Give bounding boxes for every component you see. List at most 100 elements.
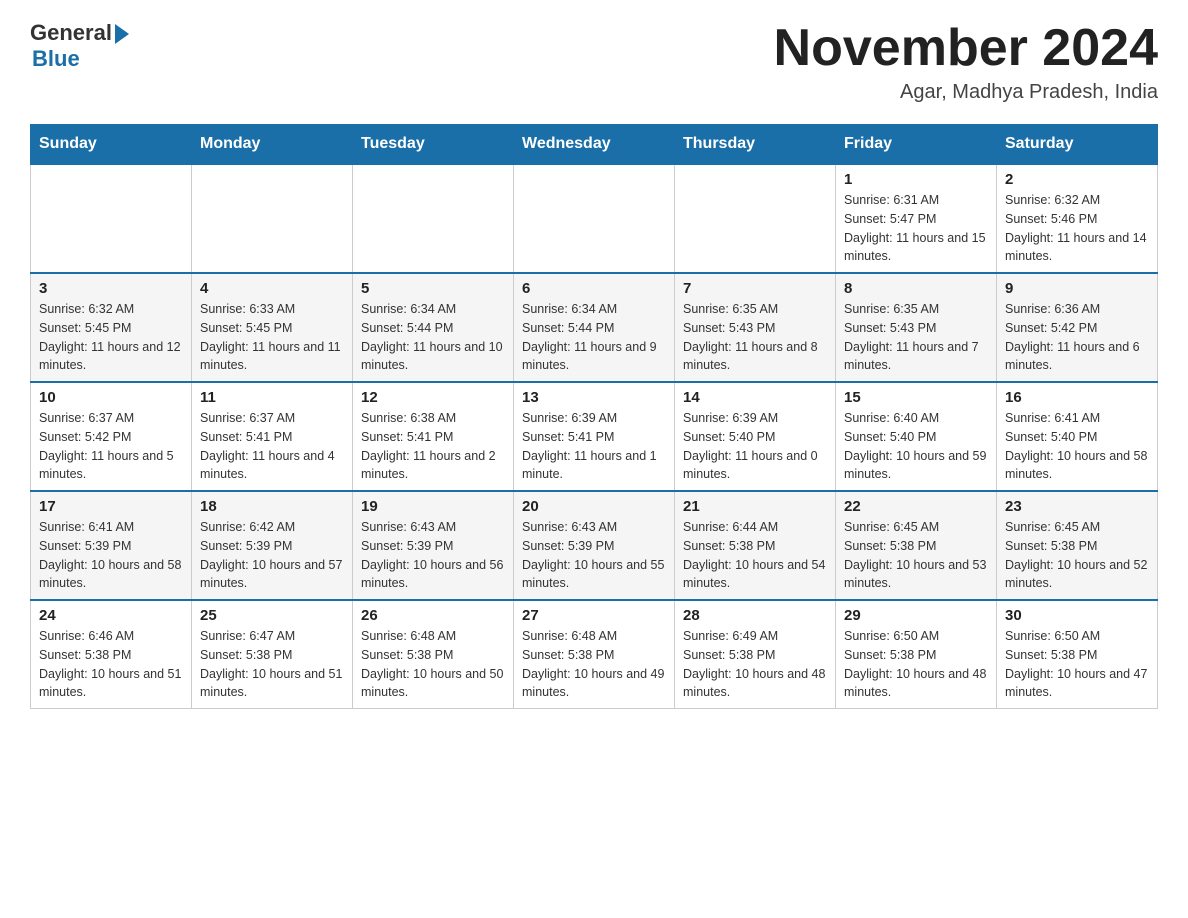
day-of-week-header: Wednesday	[514, 125, 675, 165]
day-number: 28	[683, 607, 827, 624]
calendar-table: SundayMondayTuesdayWednesdayThursdayFrid…	[30, 124, 1158, 709]
day-info: Sunrise: 6:35 AMSunset: 5:43 PMDaylight:…	[683, 300, 827, 375]
day-info: Sunrise: 6:43 AMSunset: 5:39 PMDaylight:…	[361, 518, 505, 593]
day-number: 7	[683, 280, 827, 297]
calendar-cell: 1 Sunrise: 6:31 AMSunset: 5:47 PMDaylight…	[836, 164, 997, 273]
day-number: 21	[683, 498, 827, 515]
day-of-week-header: Friday	[836, 125, 997, 165]
day-number: 25	[200, 607, 344, 624]
calendar-cell: 8 Sunrise: 6:35 AMSunset: 5:43 PMDaylight…	[836, 273, 997, 382]
calendar-cell: 27 Sunrise: 6:48 AMSunset: 5:38 PMDayligh…	[514, 600, 675, 709]
day-of-week-header: Monday	[192, 125, 353, 165]
calendar-week-row: 24Sunrise: 6:46 AMSunset: 5:38 PMDayligh…	[31, 600, 1158, 709]
subtitle: Agar, Madhya Pradesh, India	[774, 81, 1158, 104]
calendar-cell: 24Sunrise: 6:46 AMSunset: 5:38 PMDayligh…	[31, 600, 192, 709]
title-block: November 2024 Agar, Madhya Pradesh, Indi…	[774, 20, 1158, 104]
day-number: 19	[361, 498, 505, 515]
calendar-cell	[353, 164, 514, 273]
day-of-week-header: Saturday	[997, 125, 1158, 165]
calendar-cell: 25Sunrise: 6:47 AMSunset: 5:38 PMDayligh…	[192, 600, 353, 709]
day-of-week-header: Sunday	[31, 125, 192, 165]
calendar-cell: 26Sunrise: 6:48 AMSunset: 5:38 PMDayligh…	[353, 600, 514, 709]
calendar-cell: 28Sunrise: 6:49 AMSunset: 5:38 PMDayligh…	[675, 600, 836, 709]
day-number: 16	[1005, 389, 1149, 406]
day-info: Sunrise: 6:43 AMSunset: 5:39 PMDaylight:…	[522, 518, 666, 593]
day-number: 4	[200, 280, 344, 297]
day-number: 29	[844, 607, 988, 624]
calendar-cell: 29 Sunrise: 6:50 AMSunset: 5:38 PMDayligh…	[836, 600, 997, 709]
day-number: 12	[361, 389, 505, 406]
day-info: Sunrise: 6:34 AMSunset: 5:44 PMDaylight:…	[522, 300, 666, 375]
calendar-cell: 10 Sunrise: 6:37 AMSunset: 5:42 PMDayligh…	[31, 382, 192, 491]
day-number: 14	[683, 389, 827, 406]
day-number: 13	[522, 389, 666, 406]
day-info: Sunrise: 6:46 AMSunset: 5:38 PMDaylight:…	[39, 627, 183, 702]
calendar-header: SundayMondayTuesdayWednesdayThursdayFrid…	[31, 125, 1158, 165]
logo-arrow-icon	[115, 24, 129, 44]
day-info: Sunrise: 6:37 AMSunset: 5:42 PMDaylight:…	[39, 409, 183, 484]
calendar-body: 1 Sunrise: 6:31 AMSunset: 5:47 PMDaylight…	[31, 164, 1158, 709]
calendar-cell: 5 Sunrise: 6:34 AMSunset: 5:44 PMDaylight…	[353, 273, 514, 382]
day-of-week-header: Tuesday	[353, 125, 514, 165]
calendar-cell	[192, 164, 353, 273]
calendar-cell: 13 Sunrise: 6:39 AMSunset: 5:41 PMDayligh…	[514, 382, 675, 491]
logo-general-text: General	[30, 20, 112, 46]
day-number: 22	[844, 498, 988, 515]
calendar-cell: 21 Sunrise: 6:44 AMSunset: 5:38 PMDayligh…	[675, 491, 836, 600]
day-info: Sunrise: 6:45 AMSunset: 5:38 PMDaylight:…	[1005, 518, 1149, 593]
day-number: 10	[39, 389, 183, 406]
day-number: 23	[1005, 498, 1149, 515]
day-number: 27	[522, 607, 666, 624]
calendar-cell: 12 Sunrise: 6:38 AMSunset: 5:41 PMDayligh…	[353, 382, 514, 491]
day-info: Sunrise: 6:33 AMSunset: 5:45 PMDaylight:…	[200, 300, 344, 375]
calendar-cell: 4 Sunrise: 6:33 AMSunset: 5:45 PMDaylight…	[192, 273, 353, 382]
day-info: Sunrise: 6:39 AMSunset: 5:40 PMDaylight:…	[683, 409, 827, 484]
day-info: Sunrise: 6:40 AMSunset: 5:40 PMDaylight:…	[844, 409, 988, 484]
day-info: Sunrise: 6:35 AMSunset: 5:43 PMDaylight:…	[844, 300, 988, 375]
calendar-cell: 16Sunrise: 6:41 AMSunset: 5:40 PMDayligh…	[997, 382, 1158, 491]
day-number: 18	[200, 498, 344, 515]
day-number: 17	[39, 498, 183, 515]
day-info: Sunrise: 6:50 AMSunset: 5:38 PMDaylight:…	[1005, 627, 1149, 702]
day-info: Sunrise: 6:50 AMSunset: 5:38 PMDaylight:…	[844, 627, 988, 702]
day-number: 11	[200, 389, 344, 406]
calendar-cell: 14 Sunrise: 6:39 AMSunset: 5:40 PMDayligh…	[675, 382, 836, 491]
day-info: Sunrise: 6:44 AMSunset: 5:38 PMDaylight:…	[683, 518, 827, 593]
day-info: Sunrise: 6:48 AMSunset: 5:38 PMDaylight:…	[361, 627, 505, 702]
day-of-week-header: Thursday	[675, 125, 836, 165]
day-info: Sunrise: 6:32 AMSunset: 5:45 PMDaylight:…	[39, 300, 183, 375]
day-number: 30	[1005, 607, 1149, 624]
calendar-cell: 9 Sunrise: 6:36 AMSunset: 5:42 PMDaylight…	[997, 273, 1158, 382]
day-number: 8	[844, 280, 988, 297]
day-info: Sunrise: 6:39 AMSunset: 5:41 PMDaylight:…	[522, 409, 666, 484]
page-header: General Blue November 2024 Agar, Madhya …	[30, 20, 1158, 104]
calendar-cell: 23 Sunrise: 6:45 AMSunset: 5:38 PMDayligh…	[997, 491, 1158, 600]
calendar-week-row: 10 Sunrise: 6:37 AMSunset: 5:42 PMDayligh…	[31, 382, 1158, 491]
day-info: Sunrise: 6:37 AMSunset: 5:41 PMDaylight:…	[200, 409, 344, 484]
day-info: Sunrise: 6:31 AMSunset: 5:47 PMDaylight:…	[844, 191, 988, 266]
calendar-cell: 20Sunrise: 6:43 AMSunset: 5:39 PMDayligh…	[514, 491, 675, 600]
calendar-cell	[31, 164, 192, 273]
day-number: 15	[844, 389, 988, 406]
day-number: 6	[522, 280, 666, 297]
header-row: SundayMondayTuesdayWednesdayThursdayFrid…	[31, 125, 1158, 165]
day-info: Sunrise: 6:38 AMSunset: 5:41 PMDaylight:…	[361, 409, 505, 484]
day-info: Sunrise: 6:34 AMSunset: 5:44 PMDaylight:…	[361, 300, 505, 375]
calendar-cell: 19 Sunrise: 6:43 AMSunset: 5:39 PMDayligh…	[353, 491, 514, 600]
calendar-week-row: 17Sunrise: 6:41 AMSunset: 5:39 PMDayligh…	[31, 491, 1158, 600]
day-number: 9	[1005, 280, 1149, 297]
calendar-cell	[514, 164, 675, 273]
calendar-cell: 3 Sunrise: 6:32 AMSunset: 5:45 PMDaylight…	[31, 273, 192, 382]
calendar-cell: 30 Sunrise: 6:50 AMSunset: 5:38 PMDayligh…	[997, 600, 1158, 709]
day-number: 1	[844, 171, 988, 188]
day-info: Sunrise: 6:48 AMSunset: 5:38 PMDaylight:…	[522, 627, 666, 702]
calendar-cell: 7 Sunrise: 6:35 AMSunset: 5:43 PMDaylight…	[675, 273, 836, 382]
day-number: 5	[361, 280, 505, 297]
calendar-cell: 22Sunrise: 6:45 AMSunset: 5:38 PMDayligh…	[836, 491, 997, 600]
day-info: Sunrise: 6:36 AMSunset: 5:42 PMDaylight:…	[1005, 300, 1149, 375]
calendar-week-row: 1 Sunrise: 6:31 AMSunset: 5:47 PMDaylight…	[31, 164, 1158, 273]
day-number: 3	[39, 280, 183, 297]
calendar-cell: 15 Sunrise: 6:40 AMSunset: 5:40 PMDayligh…	[836, 382, 997, 491]
day-info: Sunrise: 6:42 AMSunset: 5:39 PMDaylight:…	[200, 518, 344, 593]
calendar-cell: 2Sunrise: 6:32 AMSunset: 5:46 PMDaylight…	[997, 164, 1158, 273]
